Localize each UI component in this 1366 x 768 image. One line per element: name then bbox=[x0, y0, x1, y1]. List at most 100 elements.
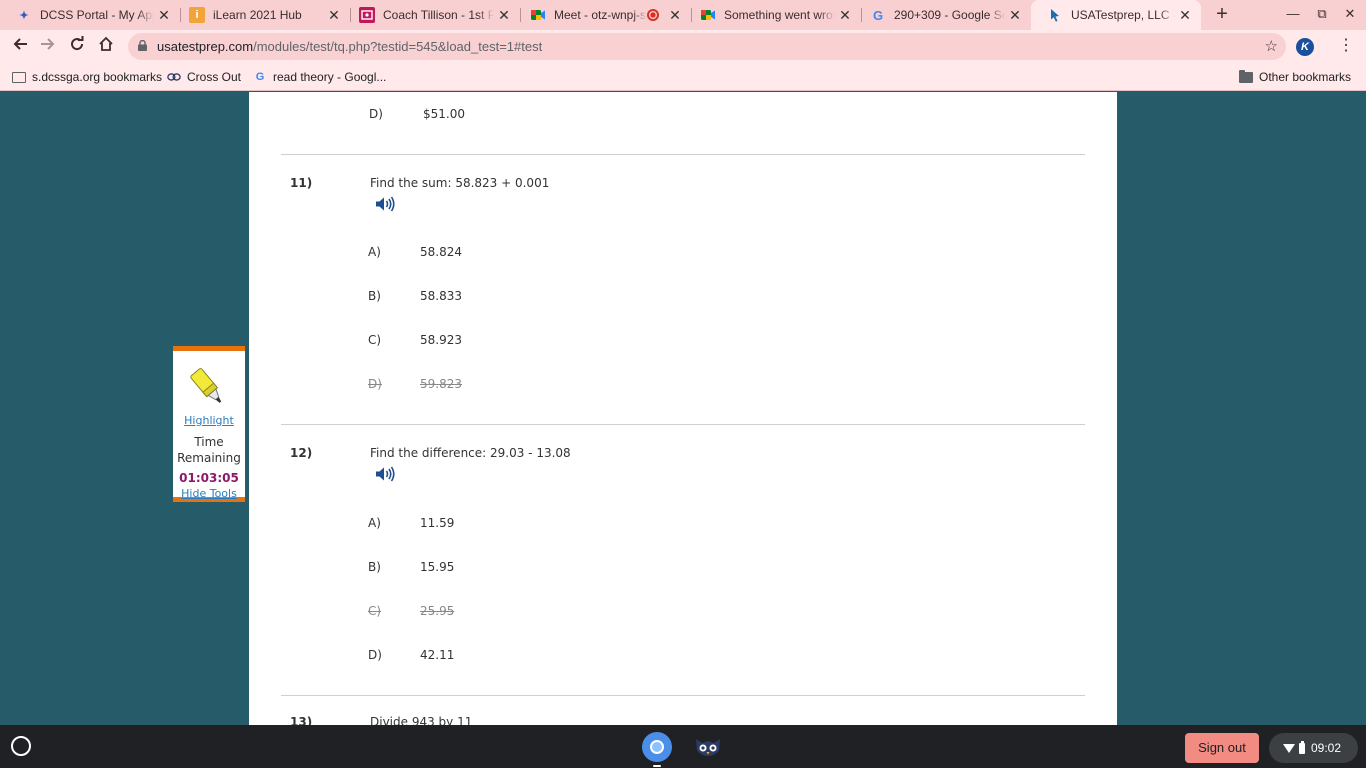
tab-google-search[interactable]: G 290+309 - Google Search ✕ bbox=[854, 0, 1031, 30]
bookmark-read-theory[interactable]: G read theory - Googl... bbox=[253, 68, 387, 86]
back-button[interactable] bbox=[10, 36, 30, 56]
bookmark-label: Cross Out bbox=[187, 70, 242, 84]
tab-title: Meet - otz-wnpj-six bbox=[554, 8, 647, 22]
choice-value[interactable]: 58.833 bbox=[420, 289, 462, 303]
highlight-link[interactable]: Highlight bbox=[173, 414, 245, 427]
tab-something-went-wrong[interactable]: Something went wrong ✕ bbox=[684, 0, 861, 30]
tab-dcss-portal[interactable]: ✦ DCSS Portal - My Apps ✕ bbox=[0, 0, 180, 30]
close-icon[interactable]: ✕ bbox=[324, 7, 344, 24]
tab-meet[interactable]: Meet - otz-wnpj-six ✕ bbox=[514, 0, 691, 30]
ilearn-icon: i bbox=[189, 7, 205, 23]
choice-letter[interactable]: C) bbox=[368, 333, 381, 347]
question-number: 11) bbox=[290, 176, 313, 190]
choice-value-crossed-out[interactable]: 25.95 bbox=[420, 604, 454, 618]
question-divider bbox=[281, 695, 1085, 696]
question-divider bbox=[281, 424, 1085, 425]
choice-value[interactable]: 58.923 bbox=[420, 333, 462, 347]
recording-indicator-icon bbox=[647, 9, 659, 21]
close-window-icon[interactable]: ✕ bbox=[1341, 6, 1359, 22]
test-page: D) $51.00 11) Find the sum: 58.823 + 0.0… bbox=[249, 92, 1117, 725]
choice-letter-crossed-out[interactable]: C) bbox=[368, 604, 381, 618]
google-icon: G bbox=[255, 71, 265, 83]
browser-menu-icon[interactable]: ⋮ bbox=[1338, 38, 1354, 54]
tab-title: DCSS Portal - My Apps bbox=[40, 8, 154, 22]
meet-icon bbox=[700, 7, 716, 23]
status-tray[interactable]: 09:02 bbox=[1269, 733, 1358, 763]
os-shelf: Sign out 09:02 bbox=[0, 725, 1366, 768]
close-icon[interactable]: ✕ bbox=[665, 7, 685, 24]
choice-letter[interactable]: B) bbox=[368, 560, 381, 574]
forward-arrow-icon bbox=[41, 38, 55, 50]
address-bar[interactable]: usatestprep.com/modules/test/tq.php?test… bbox=[128, 33, 1286, 60]
choice-value[interactable]: 58.824 bbox=[420, 245, 462, 259]
back-arrow-icon bbox=[13, 38, 27, 50]
tab-title: USATestprep, LLC - Online bbox=[1071, 8, 1175, 22]
google-icon: G bbox=[872, 7, 884, 23]
folder-icon bbox=[1239, 69, 1253, 83]
test-tools-panel: Highlight Time Remaining 01:03:05 Hide T… bbox=[173, 346, 245, 502]
bookmark-cross-out[interactable]: Cross Out bbox=[167, 68, 241, 86]
choice-value-crossed-out[interactable]: 59.823 bbox=[420, 377, 462, 391]
close-icon[interactable]: ✕ bbox=[154, 7, 174, 24]
new-tab-button[interactable]: + bbox=[1212, 4, 1232, 24]
restore-icon[interactable]: ⧉ bbox=[1313, 6, 1331, 22]
sign-out-button[interactable]: Sign out bbox=[1185, 733, 1259, 763]
tab-usatestprep[interactable]: USATestprep, LLC - Online ✕ bbox=[1031, 0, 1201, 30]
question-number: 12) bbox=[290, 446, 313, 460]
reload-icon bbox=[71, 36, 84, 51]
choice-value[interactable]: $51.00 bbox=[423, 107, 465, 121]
choice-value[interactable]: 11.59 bbox=[420, 516, 454, 530]
choice-letter[interactable]: A) bbox=[368, 245, 381, 259]
classroom-icon bbox=[359, 7, 375, 23]
countdown-timer: 01:03:05 bbox=[179, 471, 239, 485]
time-remaining-label: Time Remaining bbox=[177, 435, 241, 465]
profile-avatar[interactable]: K bbox=[1296, 38, 1314, 56]
url-host: usatestprep.com bbox=[157, 39, 254, 54]
cross-out-icon bbox=[167, 71, 181, 83]
choice-letter-crossed-out[interactable]: D) bbox=[368, 377, 382, 391]
close-icon[interactable]: ✕ bbox=[1005, 7, 1025, 24]
audio-speaker-icon[interactable] bbox=[375, 196, 395, 212]
choice-letter[interactable]: B) bbox=[368, 289, 381, 303]
choice-value[interactable]: 15.95 bbox=[420, 560, 454, 574]
chrome-app-icon[interactable] bbox=[642, 732, 672, 762]
close-icon[interactable]: ✕ bbox=[1175, 7, 1195, 24]
hide-tools-link[interactable]: Hide Tools bbox=[173, 487, 245, 500]
forward-button[interactable] bbox=[38, 36, 58, 56]
url-text: usatestprep.com/modules/test/tq.php?test… bbox=[157, 39, 542, 54]
lock-icon bbox=[138, 40, 147, 51]
bookmark-star-icon[interactable]: ☆ bbox=[1265, 37, 1278, 55]
launcher-icon[interactable] bbox=[11, 736, 31, 756]
other-bookmarks-folder[interactable]: Other bookmarks bbox=[1239, 68, 1351, 86]
choice-letter[interactable]: D) bbox=[368, 648, 382, 662]
close-icon[interactable]: ✕ bbox=[835, 7, 855, 24]
clock: 09:02 bbox=[1311, 741, 1342, 755]
tab-title: Coach Tillison - 1st Period bbox=[383, 8, 494, 22]
dcss-portal-icon: ✦ bbox=[19, 9, 29, 22]
owl-app-icon[interactable] bbox=[692, 735, 724, 759]
tab-title: 290+309 - Google Search bbox=[894, 8, 1005, 22]
url-path: /modules/test/tq.php?testid=545&load_tes… bbox=[253, 39, 543, 54]
question-number: 13) bbox=[290, 715, 313, 725]
close-icon[interactable]: ✕ bbox=[494, 7, 514, 24]
bookmark-label: read theory - Googl... bbox=[273, 70, 387, 84]
minimize-icon[interactable]: — bbox=[1284, 6, 1302, 21]
audio-speaker-icon[interactable] bbox=[375, 466, 395, 482]
choice-letter[interactable]: A) bbox=[368, 516, 381, 530]
reload-button[interactable] bbox=[67, 36, 87, 56]
home-icon bbox=[99, 36, 113, 51]
highlighter-icon[interactable] bbox=[185, 363, 233, 411]
question-prompt: Divide 943 by 11 bbox=[370, 715, 473, 725]
tab-title: iLearn 2021 Hub bbox=[213, 8, 302, 22]
bookmarks-bar: s.dcssga.org bookmarks Cross Out G read … bbox=[0, 63, 1366, 91]
bookmark-dcssga-folder[interactable]: s.dcssga.org bookmarks bbox=[12, 68, 162, 86]
running-app-indicator bbox=[653, 765, 661, 767]
tab-ilearn[interactable]: i iLearn 2021 Hub ✕ bbox=[173, 0, 350, 30]
meet-icon bbox=[530, 7, 546, 23]
choice-letter: D) bbox=[369, 107, 383, 121]
home-button[interactable] bbox=[96, 36, 116, 56]
choice-value[interactable]: 42.11 bbox=[420, 648, 454, 662]
tab-strip: ✦ DCSS Portal - My Apps ✕ i iLearn 2021 … bbox=[0, 0, 1366, 30]
tab-title: Something went wrong bbox=[724, 8, 835, 22]
tab-coach-tillison[interactable]: Coach Tillison - 1st Period ✕ bbox=[343, 0, 520, 30]
